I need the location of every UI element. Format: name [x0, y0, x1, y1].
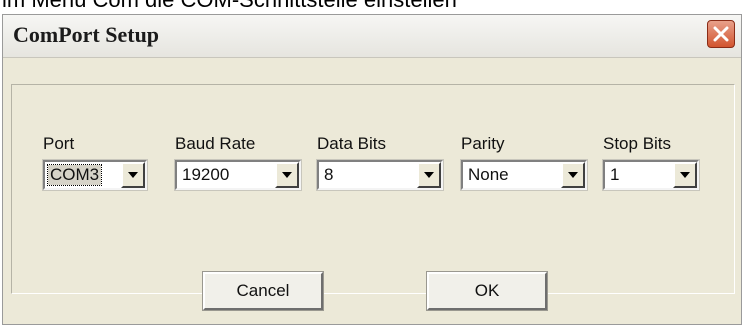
port-value: COM3: [46, 164, 103, 186]
parity-label: Parity: [461, 134, 505, 153]
port-label: Port: [43, 134, 75, 153]
close-icon: [713, 26, 729, 42]
baud-rate-dropdown-button[interactable]: [275, 162, 299, 188]
baud-rate-label: Baud Rate: [175, 134, 256, 153]
stop-bits-dropdown-button[interactable]: [673, 162, 697, 188]
chevron-down-icon: [128, 172, 138, 178]
stop-bits-label: Stop Bits: [603, 134, 672, 153]
page-caption-strip: im Menü Com die COM-Schnittstelle einste…: [0, 0, 744, 14]
chevron-down-icon: [568, 172, 578, 178]
close-button[interactable]: [707, 20, 735, 48]
comport-setup-dialog: ComPort Setup Port COM3 Baud Rate 19200 …: [2, 14, 742, 325]
page-caption: im Menü Com die COM-Schnittstelle einste…: [2, 0, 457, 13]
parity-select[interactable]: None: [460, 159, 588, 191]
port-dropdown-button[interactable]: [121, 162, 145, 188]
title-bar[interactable]: ComPort Setup: [3, 15, 741, 58]
data-bits-label: Data Bits: [317, 134, 386, 153]
parity-value: None: [468, 165, 509, 184]
stop-bits-select[interactable]: 1: [602, 159, 700, 191]
data-bits-select[interactable]: 8: [316, 159, 444, 191]
data-bits-value: 8: [324, 165, 334, 184]
baud-rate-select[interactable]: 19200: [174, 159, 302, 191]
dialog-client-area: Port COM3 Baud Rate 19200 Data Bits 8 Pa…: [3, 58, 741, 324]
ok-button[interactable]: OK: [426, 271, 548, 311]
stop-bits-value: 1: [610, 165, 620, 184]
port-select[interactable]: COM3: [42, 159, 148, 191]
chevron-down-icon: [424, 172, 434, 178]
cancel-button[interactable]: Cancel: [202, 271, 324, 311]
chevron-down-icon: [680, 172, 690, 178]
dialog-title: ComPort Setup: [13, 22, 160, 47]
data-bits-dropdown-button[interactable]: [417, 162, 441, 188]
parity-dropdown-button[interactable]: [561, 162, 585, 188]
baud-rate-value: 19200: [182, 165, 230, 184]
chevron-down-icon: [282, 172, 292, 178]
